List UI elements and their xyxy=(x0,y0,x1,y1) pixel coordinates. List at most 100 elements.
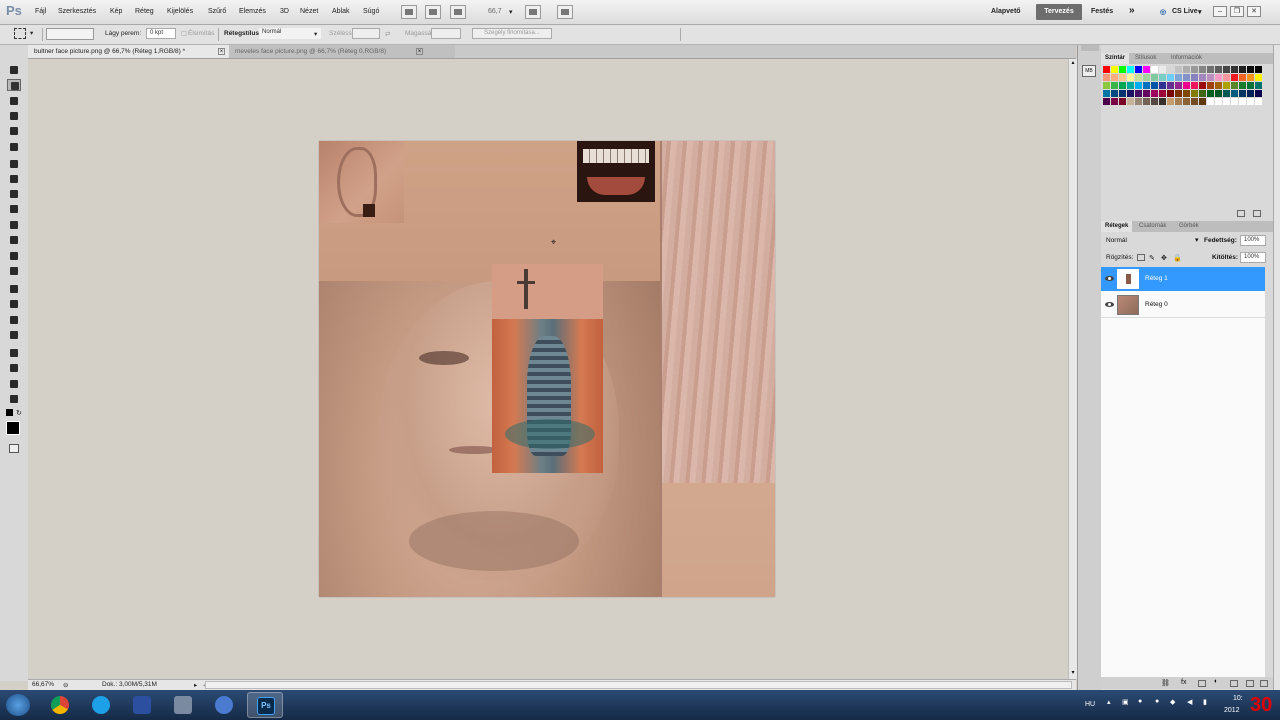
globe-taskbar-button[interactable] xyxy=(206,692,242,718)
arrange-documents-icon[interactable] xyxy=(525,5,541,19)
swatch[interactable] xyxy=(1215,90,1222,97)
cs-live-icon[interactable]: ◎ xyxy=(1160,8,1166,16)
swatch[interactable] xyxy=(1247,74,1254,81)
close-tab-icon[interactable]: × xyxy=(218,48,225,55)
workspace-design[interactable]: Tervezés xyxy=(1036,4,1082,20)
swatch[interactable] xyxy=(1159,74,1166,81)
chevron-down-icon[interactable]: ▾ xyxy=(30,29,33,37)
swatch[interactable] xyxy=(1159,90,1166,97)
swatch[interactable] xyxy=(1159,98,1166,105)
chrome-taskbar-button[interactable] xyxy=(42,692,78,718)
swatch[interactable] xyxy=(1191,82,1198,89)
swatch[interactable] xyxy=(1175,98,1182,105)
3d-rotate-icon[interactable] xyxy=(7,347,21,359)
swatch[interactable] xyxy=(1151,98,1158,105)
blur-icon[interactable] xyxy=(7,250,21,262)
delete-layer-icon[interactable] xyxy=(1260,680,1268,687)
height-input[interactable] xyxy=(431,28,461,39)
menu-3d[interactable]: 3D xyxy=(280,8,289,15)
chevron-down-icon[interactable]: ▾ xyxy=(314,30,317,38)
tab-styles[interactable]: Stílusok xyxy=(1131,53,1160,64)
fill-input[interactable]: 100% xyxy=(1240,252,1266,263)
swatch[interactable] xyxy=(1207,66,1214,73)
menu-select[interactable]: Kijelölés xyxy=(167,8,193,15)
swatch[interactable] xyxy=(1183,82,1190,89)
swatch[interactable] xyxy=(1223,66,1230,73)
swatch[interactable] xyxy=(1103,82,1110,89)
swatch[interactable] xyxy=(1207,90,1214,97)
healing-brush-icon[interactable] xyxy=(7,158,21,170)
chevron-down-icon[interactable]: ▾ xyxy=(509,8,513,16)
save-app-taskbar-button[interactable] xyxy=(124,692,160,718)
blend-mode-select[interactable]: Normál xyxy=(1106,237,1127,244)
close-tab-icon[interactable]: × xyxy=(416,48,423,55)
dodge-icon[interactable] xyxy=(7,265,21,277)
workspace-painting[interactable]: Festés xyxy=(1091,8,1113,15)
zoom-status[interactable]: 66,67% xyxy=(32,681,54,688)
menu-analysis[interactable]: Elemzés xyxy=(239,8,266,15)
start-button-icon[interactable] xyxy=(6,694,30,716)
power-icon[interactable]: ▮ xyxy=(1203,698,1207,706)
marquee-tool-preset-icon[interactable] xyxy=(14,28,26,39)
type-icon[interactable] xyxy=(7,298,21,310)
document-image[interactable] xyxy=(319,141,775,597)
3d-orbit-icon[interactable] xyxy=(7,362,21,374)
default-colors-icon[interactable] xyxy=(6,409,13,416)
swatch[interactable] xyxy=(1111,82,1118,89)
view-extras-icon[interactable] xyxy=(450,5,466,19)
rectangle-shape-icon[interactable] xyxy=(7,329,21,341)
horizontal-scrollbar[interactable] xyxy=(205,681,1072,689)
new-group-icon[interactable] xyxy=(1230,680,1238,687)
adjustment-layer-icon[interactable]: ◐ xyxy=(1214,678,1218,685)
more-workspaces-icon[interactable]: » xyxy=(1129,5,1135,16)
swatch[interactable] xyxy=(1159,66,1166,73)
swatch[interactable] xyxy=(1231,74,1238,81)
swatch[interactable] xyxy=(1223,82,1230,89)
swatch[interactable] xyxy=(1151,82,1158,89)
lasso-icon[interactable] xyxy=(7,95,21,107)
rectangular-marquee-icon[interactable] xyxy=(7,79,21,91)
swatch[interactable] xyxy=(1167,74,1174,81)
photoshop-taskbar-button[interactable]: Ps xyxy=(247,692,283,718)
swatch[interactable] xyxy=(1175,82,1182,89)
mini-bridge-icon[interactable] xyxy=(425,5,441,19)
swatch-grid[interactable] xyxy=(1103,66,1267,122)
eraser-icon[interactable] xyxy=(7,219,21,231)
swatch[interactable] xyxy=(1119,82,1126,89)
swatch[interactable] xyxy=(1207,74,1214,81)
swatch[interactable] xyxy=(1143,74,1150,81)
swatch[interactable] xyxy=(1223,98,1230,105)
swatch[interactable] xyxy=(1135,82,1142,89)
scroll-down-icon[interactable]: ▾ xyxy=(1069,669,1077,677)
cs-live-button[interactable]: CS Live xyxy=(1172,8,1198,15)
chevron-down-icon[interactable]: ▾ xyxy=(1195,236,1199,244)
swatch[interactable] xyxy=(1119,98,1126,105)
swatch[interactable] xyxy=(1183,74,1190,81)
swatch[interactable] xyxy=(1103,90,1110,97)
close-icon[interactable]: ✕ xyxy=(1247,6,1261,17)
tab-layers[interactable]: Rétegek xyxy=(1101,221,1133,232)
swatch[interactable] xyxy=(1103,98,1110,105)
layer-row-reteg1[interactable]: Réteg 1 xyxy=(1101,267,1265,291)
menu-layer[interactable]: Réteg xyxy=(135,8,154,15)
swatch[interactable] xyxy=(1127,66,1134,73)
swatch[interactable] xyxy=(1231,98,1238,105)
swatch[interactable] xyxy=(1191,66,1198,73)
screen-mode-icon[interactable] xyxy=(557,5,573,19)
tab-curves[interactable]: Görbék xyxy=(1175,221,1203,232)
swatch[interactable] xyxy=(1191,90,1198,97)
swatch[interactable] xyxy=(1255,66,1262,73)
swatch[interactable] xyxy=(1183,90,1190,97)
swatch[interactable] xyxy=(1191,98,1198,105)
swatch[interactable] xyxy=(1231,66,1238,73)
refine-edge-button[interactable]: Szegély finomítása... xyxy=(472,28,552,39)
swatch[interactable] xyxy=(1247,90,1254,97)
swatch[interactable] xyxy=(1239,82,1246,89)
swap-colors-icon[interactable]: ↻ xyxy=(16,409,22,417)
swatch[interactable] xyxy=(1127,82,1134,89)
layer-name[interactable]: Réteg 1 xyxy=(1145,275,1168,282)
bridge-icon[interactable] xyxy=(401,5,417,19)
quick-selection-icon[interactable] xyxy=(7,110,21,122)
swatch[interactable] xyxy=(1223,74,1230,81)
tab-swatches[interactable]: Színtár xyxy=(1101,53,1130,64)
